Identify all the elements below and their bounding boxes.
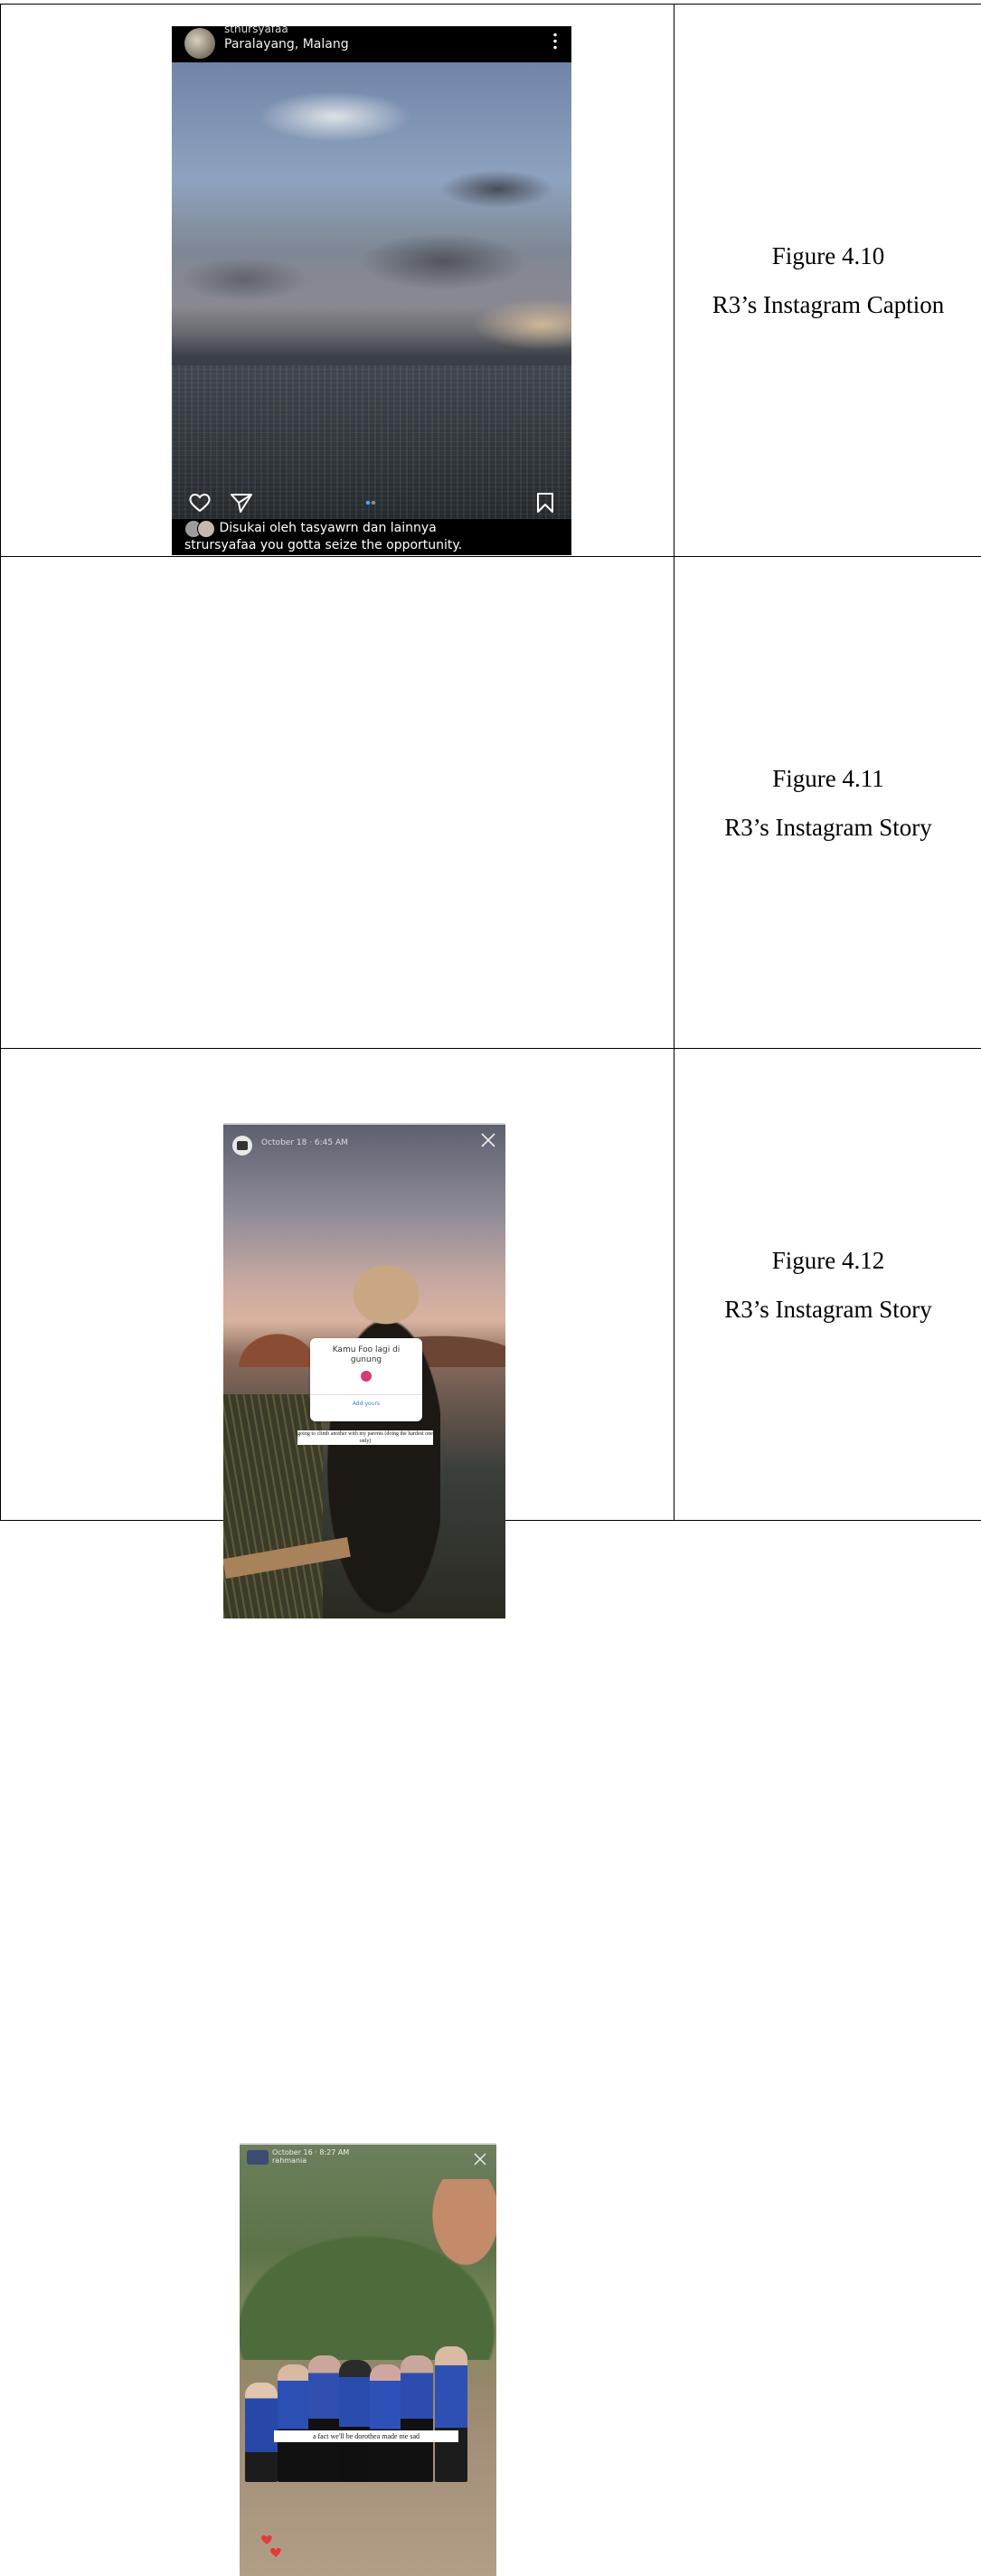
figure-caption: R3’s Instagram Caption <box>674 280 981 329</box>
post-photo <box>172 62 571 483</box>
post-actions <box>172 483 571 519</box>
instagram-post-screenshot: stnursyafaa Paralayang, Malang <box>172 26 571 555</box>
figure-caption-cell: Figure 4.11 R3’s Instagram Story <box>674 557 981 1049</box>
figure-image-cell: October 18 · 6:45 AM Kamu Foo lagi di gu… <box>1 557 674 1049</box>
story-progress-bar <box>240 2143 496 2145</box>
bookmark-icon <box>535 492 555 514</box>
kebab-icon <box>553 32 557 50</box>
group-of-students <box>245 2328 493 2482</box>
figure-row-4-12: October 16 · 8:27 AMrahmania a fact we'l… <box>1 1049 981 1521</box>
student <box>278 2364 310 2482</box>
story-tag: rahmania <box>272 2156 307 2165</box>
avatar <box>247 2150 269 2165</box>
likes-row: Disukai oleh tasyawrn dan lainnya <box>184 520 437 538</box>
student <box>339 2360 372 2482</box>
carousel-dots <box>365 501 376 505</box>
heart-icon <box>188 492 212 514</box>
figure-caption: R3’s Instagram Story <box>674 1285 981 1334</box>
figure-number: Figure 4.11 <box>674 754 981 803</box>
story-timestamp: October 16 · 8:27 AMrahmania <box>272 2148 349 2165</box>
post-header: stnursyafaa Paralayang, Malang <box>172 26 571 62</box>
student <box>245 2383 278 2482</box>
story-date: October 16 · 8:27 AM <box>272 2148 349 2156</box>
figure-caption: R3’s Instagram Story <box>674 803 981 852</box>
post-location: Paralayang, Malang <box>224 37 349 52</box>
liker-avatars <box>184 520 215 536</box>
figure-image-cell: October 16 · 8:27 AMrahmania a fact we'l… <box>1 1049 674 1521</box>
student <box>370 2364 402 2482</box>
caption-username: strursyafaa <box>184 538 256 552</box>
heart-icon <box>258 2532 285 2559</box>
figure-caption-cell: Figure 4.12 R3’s Instagram Story <box>674 1049 981 1521</box>
caption-text: you gotta seize the opportunity. <box>256 538 462 552</box>
instagram-story-screenshot: October 16 · 8:27 AMrahmania a fact we'l… <box>240 2143 496 2576</box>
post-caption: strursyafaa you gotta seize the opportun… <box>184 538 462 552</box>
figure-row-4-11: October 18 · 6:45 AM Kamu Foo lagi di gu… <box>1 557 981 1049</box>
figure-caption-cell: Figure 4.10 R3’s Instagram Caption <box>674 5 981 557</box>
send-icon <box>230 492 253 514</box>
student <box>308 2355 341 2482</box>
student <box>435 2346 467 2482</box>
figure-image-cell: stnursyafaa Paralayang, Malang <box>1 5 674 557</box>
figure-number: Figure 4.10 <box>674 231 981 280</box>
figure-row-4-10: stnursyafaa Paralayang, Malang <box>1 5 981 557</box>
likes-text: Disukai oleh tasyawrn dan lainnya <box>219 521 436 535</box>
figure-table: stnursyafaa Paralayang, Malang <box>0 4 981 1521</box>
story-text: a fact we'll be dorothea made me sad <box>274 2430 458 2442</box>
post-username: stnursyafaa <box>224 26 288 35</box>
figure-number: Figure 4.12 <box>674 1236 981 1285</box>
avatar <box>184 28 215 59</box>
close-icon <box>473 2152 487 2166</box>
student <box>401 2355 433 2482</box>
